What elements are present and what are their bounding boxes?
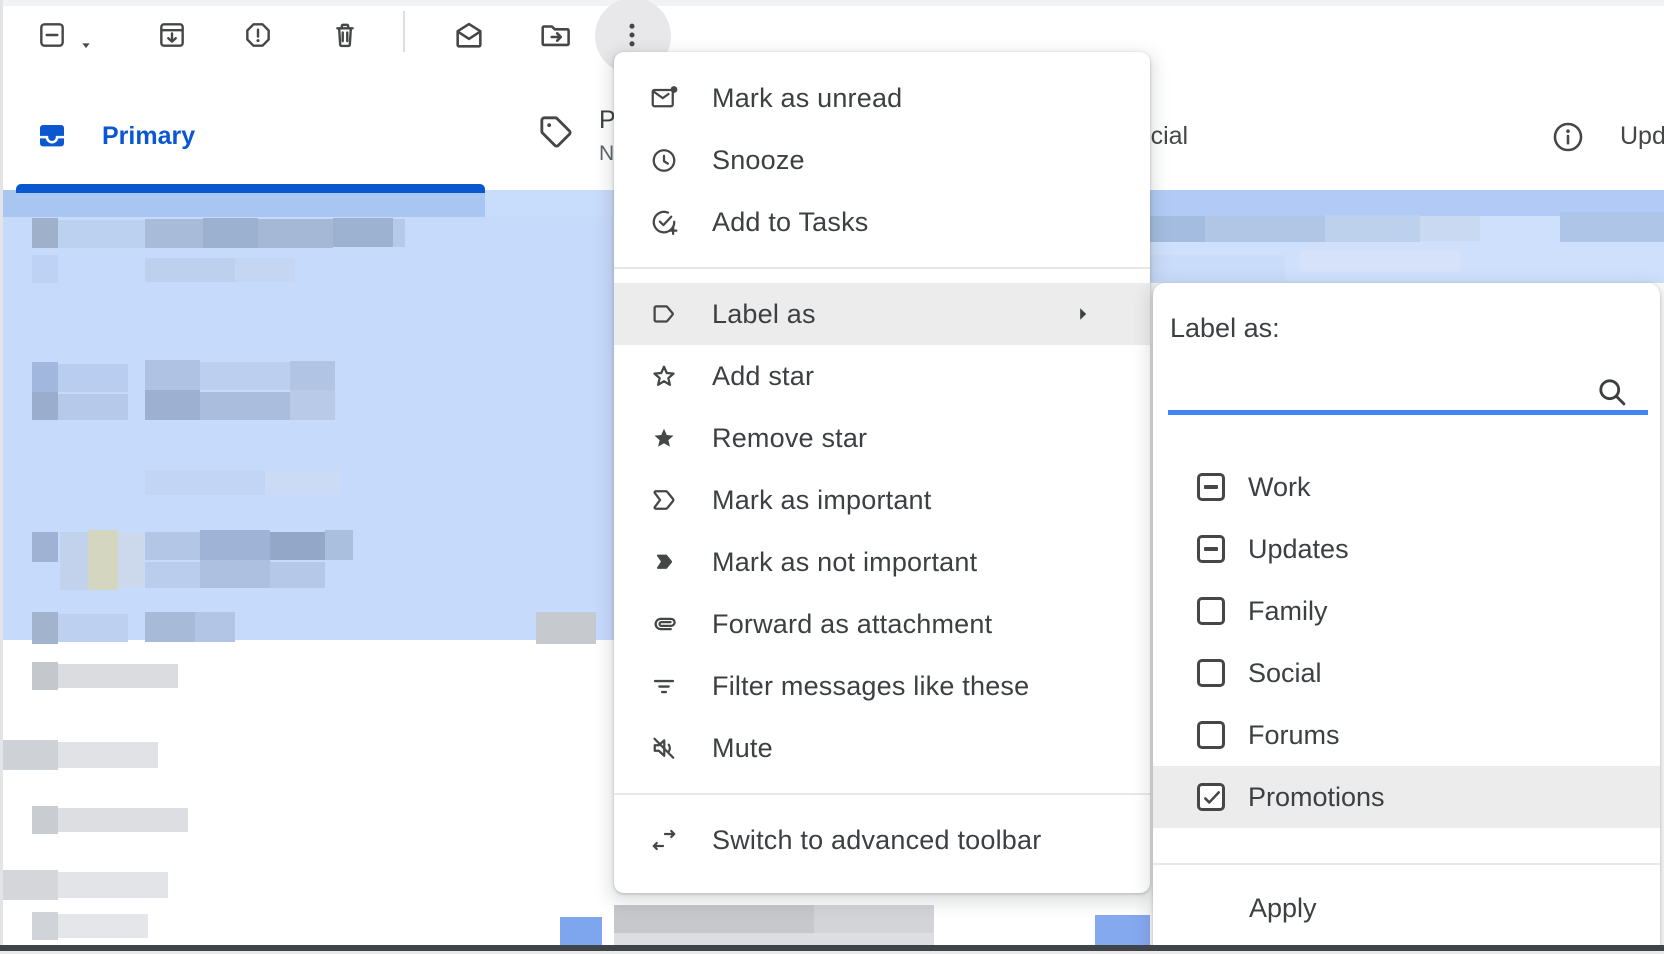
- label-as-submenu: Label as: Work Updates Family Social Forums P…: [1153, 283, 1660, 954]
- label-option-name: Updates: [1248, 534, 1349, 565]
- submenu-divider: [1153, 863, 1660, 865]
- star-filled-icon: [649, 423, 679, 453]
- menu-item-remove-star[interactable]: Remove star: [614, 407, 1150, 469]
- menu-item-label: Switch to advanced toolbar: [712, 825, 1041, 856]
- more-dots-icon: [616, 19, 650, 51]
- checkbox-checked[interactable]: [1197, 783, 1225, 811]
- label-option-family[interactable]: Family: [1153, 580, 1660, 642]
- menu-item-label: Mute: [712, 733, 773, 764]
- menu-item-label: Mark as important: [712, 485, 931, 516]
- menu-item-label: Remove star: [712, 423, 867, 454]
- search-underline: [1168, 410, 1648, 415]
- move-to-button[interactable]: [539, 18, 573, 52]
- checkbox-unchecked[interactable]: [1197, 597, 1225, 625]
- checkbox-indeterminate[interactable]: [1197, 535, 1225, 563]
- checkbox-unchecked[interactable]: [1197, 721, 1225, 749]
- tab-primary[interactable]: Primary: [102, 122, 195, 151]
- tab-primary-underline: [16, 184, 485, 193]
- menu-item-label: Snooze: [712, 145, 805, 176]
- report-spam-button[interactable]: [242, 18, 276, 52]
- menu-item-mark-as-important[interactable]: Mark as important: [614, 469, 1150, 531]
- menu-item-add-to-tasks[interactable]: Add to Tasks: [614, 191, 1150, 253]
- checkbox-unchecked[interactable]: [1197, 659, 1225, 687]
- label-option-forums[interactable]: Forums: [1153, 704, 1660, 766]
- label-option-work[interactable]: Work: [1153, 456, 1660, 518]
- tab-updates[interactable]: Updates: [1620, 122, 1664, 151]
- toolbar-divider: [403, 11, 405, 52]
- menu-item-forward-as-attachment[interactable]: Forward as attachment: [614, 593, 1150, 655]
- menu-item-label: Label as: [712, 299, 816, 330]
- menu-item-mark-as-unread[interactable]: Mark as unread: [614, 67, 1150, 129]
- label-tag-icon: [649, 299, 679, 329]
- archive-button[interactable]: [156, 18, 190, 52]
- label-option-name: Forums: [1248, 720, 1340, 751]
- add-to-tasks-icon: [649, 207, 679, 237]
- menu-item-label: Add to Tasks: [712, 207, 869, 238]
- select-caret-button[interactable]: [78, 28, 96, 62]
- star-outline-icon: [649, 361, 679, 391]
- important-filled-icon: [649, 547, 679, 577]
- label-search-input[interactable]: [1170, 361, 1594, 409]
- mark-as-read-button[interactable]: [452, 18, 486, 52]
- label-option-name: Family: [1248, 596, 1328, 627]
- menu-item-filter-messages-like-these[interactable]: Filter messages like these: [614, 655, 1150, 717]
- select-checkbox-icon: [36, 19, 70, 51]
- envelope-open-icon: [452, 18, 486, 52]
- submenu-arrow-icon: [1071, 302, 1095, 326]
- filter-lines-icon: [649, 671, 679, 701]
- search-icon: [1595, 375, 1629, 409]
- label-checkbox-list: Work Updates Family Social Forums Promotions: [1153, 456, 1660, 828]
- menu-item-add-star[interactable]: Add star: [614, 345, 1150, 407]
- menu-item-switch-to-advanced-toolbar[interactable]: Switch to advanced toolbar: [614, 809, 1150, 871]
- menu-divider: [614, 793, 1150, 795]
- select-button[interactable]: [36, 18, 70, 52]
- important-outline-icon: [649, 485, 679, 515]
- menu-item-label: Mark as unread: [712, 83, 902, 114]
- menu-item-label: Filter messages like these: [712, 671, 1029, 702]
- menu-item-label-as[interactable]: Label as: [614, 283, 1150, 345]
- info-icon[interactable]: [1551, 120, 1585, 159]
- label-option-social[interactable]: Social: [1153, 642, 1660, 704]
- gmail-window: Primary Pr Ne Social Updates Mark as unr…: [0, 0, 1664, 954]
- menu-item-label: Forward as attachment: [712, 609, 992, 640]
- report-spam-icon: [242, 19, 276, 51]
- label-option-name: Social: [1248, 658, 1322, 689]
- apply-button[interactable]: Apply: [1153, 879, 1660, 937]
- switch-arrows-icon: [649, 825, 679, 855]
- paperclip-icon: [649, 609, 679, 639]
- mute-icon: [649, 733, 679, 763]
- more-options-button[interactable]: [616, 18, 650, 52]
- label-option-name: Promotions: [1248, 782, 1385, 813]
- promotions-tag-icon[interactable]: [536, 112, 576, 157]
- snooze-icon: [649, 145, 679, 175]
- label-as-title: Label as:: [1170, 313, 1280, 344]
- window-left-edge: [0, 0, 3, 954]
- label-option-name: Work: [1248, 472, 1311, 503]
- menu-item-label: Mark as not important: [712, 547, 977, 578]
- archive-icon: [156, 19, 190, 51]
- delete-button[interactable]: [329, 18, 363, 52]
- caret-down-icon: [78, 37, 96, 53]
- mark-unread-icon: [649, 83, 679, 113]
- label-option-promotions[interactable]: Promotions: [1153, 766, 1660, 828]
- menu-divider: [614, 267, 1150, 269]
- menu-item-label: Add star: [712, 361, 814, 392]
- trash-icon: [329, 19, 363, 51]
- more-options-menu: Mark as unread Snooze Add to Tasks Label as…: [614, 52, 1150, 893]
- menu-item-mark-as-not-important[interactable]: Mark as not important: [614, 531, 1150, 593]
- label-option-updates[interactable]: Updates: [1153, 518, 1660, 580]
- checkbox-indeterminate[interactable]: [1197, 473, 1225, 501]
- menu-item-snooze[interactable]: Snooze: [614, 129, 1150, 191]
- menu-item-mute[interactable]: Mute: [614, 717, 1150, 779]
- primary-inbox-icon: [36, 119, 68, 156]
- folder-move-icon: [539, 18, 573, 52]
